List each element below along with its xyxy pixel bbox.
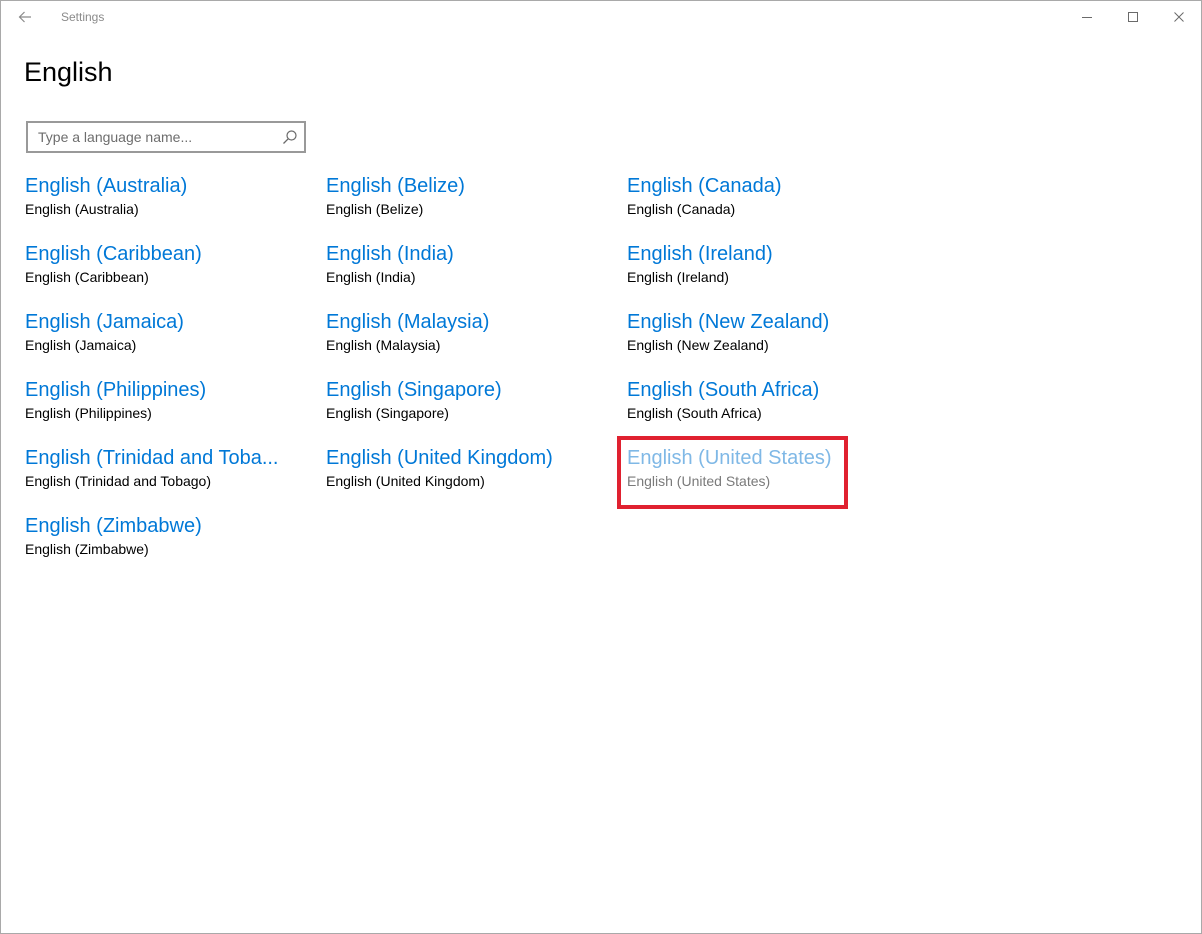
minimize-icon — [1082, 17, 1092, 18]
language-native-name: English (New Zealand) — [627, 337, 769, 353]
language-name: English (Jamaica) — [25, 311, 184, 333]
language-name: English (Australia) — [25, 175, 188, 197]
page-title: English — [24, 57, 113, 87]
close-button[interactable] — [1156, 1, 1202, 33]
maximize-icon — [1128, 12, 1138, 22]
language-item-australia[interactable]: English (Australia) English (Australia) — [25, 172, 315, 240]
back-button[interactable] — [11, 3, 39, 31]
language-item-new-zealand[interactable]: English (New Zealand) English (New Zeala… — [627, 308, 917, 376]
language-native-name: English (United Kingdom) — [326, 473, 485, 489]
search-input[interactable] — [28, 123, 276, 151]
language-item-singapore[interactable]: English (Singapore) English (Singapore) — [326, 376, 616, 444]
title-bar: Settings — [1, 1, 1201, 33]
language-name: English (New Zealand) — [627, 311, 830, 333]
language-item-jamaica[interactable]: English (Jamaica) English (Jamaica) — [25, 308, 315, 376]
search-box[interactable] — [26, 121, 306, 153]
language-native-name: English (Singapore) — [326, 405, 449, 421]
language-item-united-states[interactable]: English (United States) English (United … — [617, 436, 917, 512]
language-native-name: English (Jamaica) — [25, 337, 137, 353]
language-name: English (Canada) — [627, 175, 782, 197]
language-name: English (Belize) — [326, 175, 465, 197]
language-item-trinidad-and-tobago[interactable]: English (Trinidad and Toba... English (T… — [25, 444, 315, 512]
language-name: English (India) — [326, 243, 454, 265]
language-name: English (Trinidad and Toba... — [25, 447, 279, 469]
language-native-name: English (Australia) — [25, 201, 139, 217]
language-name: English (Singapore) — [326, 379, 502, 401]
language-name: English (South Africa) — [627, 379, 820, 401]
language-item-ireland[interactable]: English (Ireland) English (Ireland) — [627, 240, 917, 308]
language-name: English (Philippines) — [25, 379, 207, 401]
minimize-button[interactable] — [1064, 1, 1110, 33]
close-icon — [1174, 12, 1184, 22]
language-item-belize[interactable]: English (Belize) English (Belize) — [326, 172, 616, 240]
language-native-name: English (South Africa) — [627, 405, 762, 421]
language-name: English (Caribbean) — [25, 243, 202, 265]
language-native-name: English (Caribbean) — [25, 269, 149, 285]
language-list: English (Australia) English (Australia) … — [25, 172, 928, 580]
language-item-india[interactable]: English (India) English (India) — [326, 240, 616, 308]
language-name: English (Ireland) — [627, 243, 773, 265]
language-native-name: English (Philippines) — [25, 405, 152, 421]
language-name: English (United States) — [627, 447, 832, 469]
language-native-name: English (Canada) — [627, 201, 736, 217]
window-title: Settings — [61, 10, 105, 24]
language-name: English (Malaysia) — [326, 311, 490, 333]
language-name: English (Zimbabwe) — [25, 515, 202, 537]
language-item-united-kingdom[interactable]: English (United Kingdom) English (United… — [326, 444, 616, 512]
language-item-caribbean[interactable]: English (Caribbean) English (Caribbean) — [25, 240, 315, 308]
search-icon[interactable] — [282, 129, 298, 145]
language-name: English (United Kingdom) — [326, 447, 553, 469]
settings-window: Settings English English (Australia) E — [0, 0, 1202, 934]
back-arrow-icon — [18, 11, 31, 23]
language-item-philippines[interactable]: English (Philippines) English (Philippin… — [25, 376, 315, 444]
language-native-name: English (Trinidad and Tobago) — [25, 473, 212, 489]
maximize-button[interactable] — [1110, 1, 1156, 33]
language-native-name: English (United States) — [627, 473, 771, 489]
language-item-south-africa[interactable]: English (South Africa) English (South Af… — [627, 376, 917, 444]
language-native-name: English (Zimbabwe) — [25, 541, 149, 557]
language-native-name: English (India) — [326, 269, 416, 285]
language-item-malaysia[interactable]: English (Malaysia) English (Malaysia) — [326, 308, 616, 376]
language-native-name: English (Malaysia) — [326, 337, 441, 353]
language-native-name: English (Belize) — [326, 201, 424, 217]
language-item-canada[interactable]: English (Canada) English (Canada) — [627, 172, 917, 240]
language-item-zimbabwe[interactable]: English (Zimbabwe) English (Zimbabwe) — [25, 512, 315, 580]
language-native-name: English (Ireland) — [627, 269, 729, 285]
